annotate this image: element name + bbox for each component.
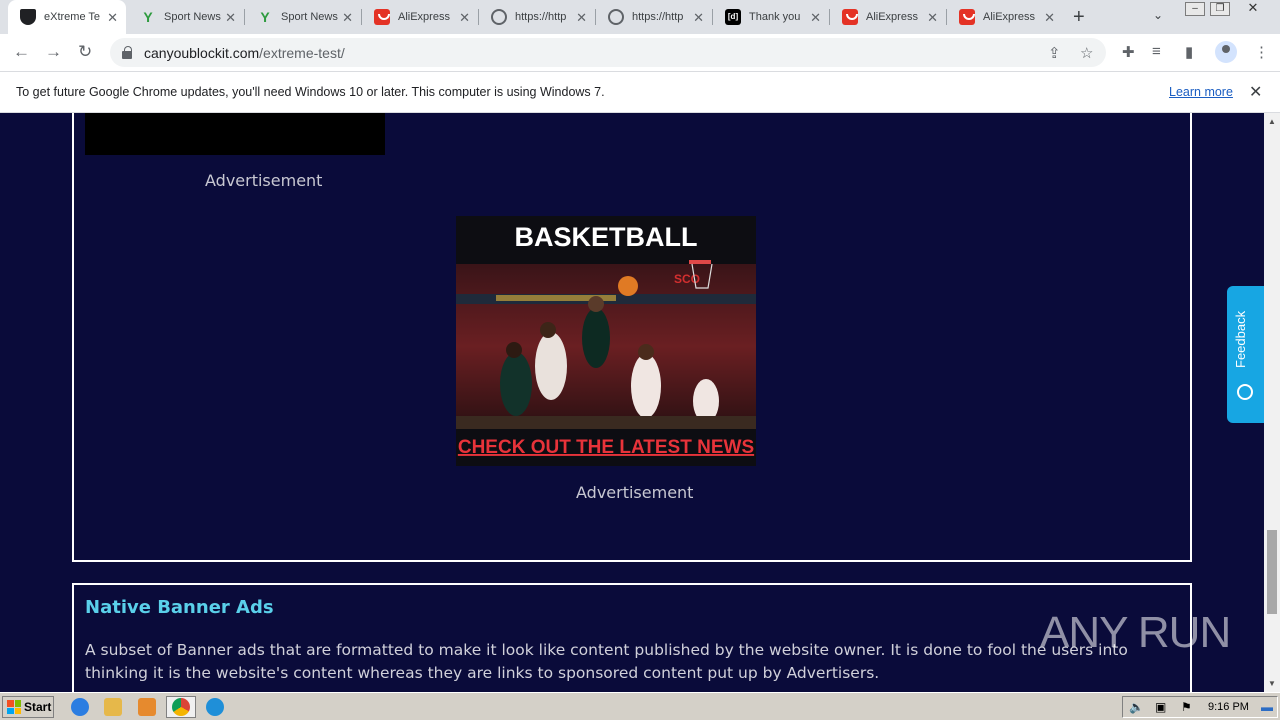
aliexpress-icon: [374, 9, 390, 25]
feedback-label: Feedback: [1233, 310, 1248, 368]
explorer-icon[interactable]: [104, 698, 122, 716]
ie-icon[interactable]: [71, 698, 89, 716]
dl-icon: [d]: [725, 9, 741, 25]
windows-taskbar: Start 🔈 ▣ ⚑ ▬ 9:16 PM: [0, 692, 1280, 720]
show-desktop-icon[interactable]: ▬: [1261, 700, 1273, 714]
address-bar[interactable]: canyoublockit.com/extreme-test/ ⇪ ☆: [110, 38, 1106, 67]
close-icon[interactable]: ✕: [927, 10, 938, 26]
tab-title: Sport News: [281, 11, 338, 23]
tab-https-1[interactable]: https://http ✕: [479, 0, 595, 34]
scroll-up-arrow[interactable]: ▲: [1268, 117, 1276, 126]
section-heading: Native Banner Ads: [85, 597, 274, 618]
edge-icon[interactable]: [206, 698, 224, 716]
close-icon[interactable]: ✕: [576, 10, 587, 26]
globe-icon: [608, 9, 624, 25]
reload-icon[interactable]: ↻: [78, 42, 92, 62]
y-icon: Y: [143, 9, 153, 25]
system-tray: 🔈 ▣ ⚑ ▬: [1122, 696, 1278, 718]
ad-headline: BASKETBALL: [515, 222, 698, 252]
tab-title: eXtreme Te: [44, 11, 101, 23]
profile-avatar[interactable]: [1215, 41, 1237, 63]
aliexpress-icon: [959, 9, 975, 25]
minimize-button[interactable]: ‒: [1185, 2, 1205, 16]
star-icon[interactable]: ☆: [1080, 44, 1093, 62]
restore-button[interactable]: ❐: [1210, 2, 1230, 16]
back-arrow-icon[interactable]: ←: [13, 42, 30, 62]
start-button[interactable]: Start: [2, 696, 54, 718]
scroll-down-arrow[interactable]: ▼: [1268, 679, 1276, 688]
side-panel-icon[interactable]: ▮: [1185, 43, 1193, 61]
ad-label: Advertisement: [576, 483, 694, 502]
tab-sport-news-2[interactable]: Y Sport News ✕: [245, 0, 361, 34]
flag-icon[interactable]: ⚑: [1181, 700, 1192, 714]
close-icon[interactable]: ✕: [1249, 82, 1262, 102]
close-icon[interactable]: ✕: [693, 10, 704, 26]
close-icon[interactable]: ✕: [1044, 10, 1055, 26]
page-viewport: Advertisement SCO BASKETBALL CHECK OUT T…: [0, 113, 1264, 692]
close-icon[interactable]: ✕: [459, 10, 470, 26]
ad-placeholder[interactable]: [85, 113, 385, 155]
aliexpress-icon: [842, 9, 858, 25]
url-path: /extreme-test/: [259, 44, 345, 61]
tab-extreme-test[interactable]: eXtreme Te ✕: [8, 0, 126, 34]
scoreboard-text: SCO: [674, 272, 700, 286]
ad-cta: CHECK OUT THE LATEST NEWS: [458, 437, 754, 458]
url-host: canyoublockit.com: [144, 44, 260, 61]
close-icon[interactable]: ✕: [342, 10, 353, 26]
clock: 9:16 PM: [1208, 701, 1249, 713]
tab-sport-news-1[interactable]: Y Sport News ✕: [128, 0, 244, 34]
tab-aliexpress-1[interactable]: AliExpress ✕: [362, 0, 478, 34]
tab-aliexpress-2[interactable]: AliExpress ✕: [830, 0, 946, 34]
close-icon[interactable]: ✕: [225, 10, 236, 26]
ad-image: SCO BASKETBALL CHECK OUT THE LATEST NEWS: [456, 216, 756, 466]
windows-logo-icon: [7, 700, 21, 714]
tab-title: AliExpress: [866, 11, 918, 23]
volume-icon[interactable]: 🔈: [1129, 700, 1144, 714]
tab-title: https://http: [515, 11, 567, 23]
close-icon[interactable]: ✕: [810, 10, 821, 26]
ad-label: Advertisement: [205, 171, 323, 190]
tab-title: https://http: [632, 11, 684, 23]
feedback-button[interactable]: Feedback: [1227, 286, 1264, 423]
feedback-icon: [1237, 384, 1253, 400]
network-icon[interactable]: ▣: [1155, 700, 1166, 714]
tab-title: Sport News: [164, 11, 221, 23]
extensions-icon[interactable]: ✚: [1122, 43, 1135, 61]
shield-icon: [20, 9, 36, 25]
chrome-icon: [172, 698, 190, 716]
close-icon[interactable]: ✕: [107, 10, 118, 26]
tab-aliexpress-3[interactable]: AliExpress ✕: [947, 0, 1063, 34]
lock-icon: [122, 45, 132, 59]
page-scrollbar[interactable]: ▲ ▼: [1264, 113, 1280, 692]
update-infobar: To get future Google Chrome updates, you…: [0, 71, 1280, 113]
forward-arrow-icon[interactable]: →: [45, 42, 62, 62]
share-icon[interactable]: ⇪: [1048, 44, 1061, 62]
tab-https-2[interactable]: https://http ✕: [596, 0, 712, 34]
tab-title: Thank you: [749, 11, 801, 23]
chevron-down-icon[interactable]: ⌄: [1153, 8, 1163, 22]
learn-more-link[interactable]: Learn more: [1169, 85, 1233, 99]
menu-kebab-icon[interactable]: ⋮: [1254, 43, 1269, 61]
tab-strip: eXtreme Te ✕ Y Sport News ✕ Y Sport News…: [0, 0, 1280, 34]
tab-thank-you[interactable]: [d] Thank you ✕: [713, 0, 829, 34]
browser-toolbar: ← → ↻ canyoublockit.com/extreme-test/ ⇪ …: [0, 34, 1280, 71]
anyrun-watermark: ANY RUN: [1040, 608, 1231, 657]
scroll-thumb[interactable]: [1267, 530, 1277, 614]
start-label: Start: [24, 700, 52, 714]
tab-title: AliExpress: [398, 11, 450, 23]
close-window-button[interactable]: ✕: [1238, 1, 1268, 16]
section-paragraph: A subset of Banner ads that are formatte…: [85, 641, 1128, 682]
new-tab-button[interactable]: +: [1073, 6, 1085, 29]
media-icon[interactable]: ≡: [1152, 43, 1161, 60]
infobar-message: To get future Google Chrome updates, you…: [16, 85, 605, 99]
media-player-icon[interactable]: [138, 698, 156, 716]
globe-icon: [491, 9, 507, 25]
basketball-ad-banner[interactable]: SCO BASKETBALL CHECK OUT THE LATEST NEWS: [456, 216, 756, 466]
tab-title: AliExpress: [983, 11, 1035, 23]
y-icon: Y: [260, 9, 270, 25]
